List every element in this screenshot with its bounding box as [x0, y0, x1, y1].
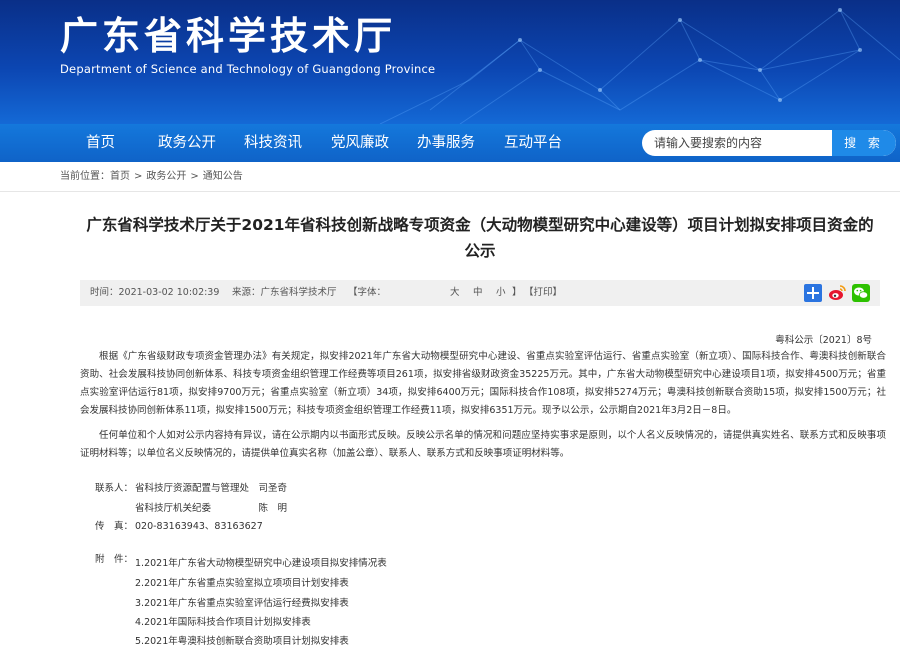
- attachment-link-4[interactable]: 4.2021年国际科技合作项目计划拟安排表: [135, 614, 311, 628]
- wechat-icon[interactable]: [852, 284, 870, 302]
- breadcrumb-separator: >: [134, 171, 143, 182]
- attachment-link-2[interactable]: 2.2021年广东省重点实验室拟立项项目计划安排表: [135, 575, 349, 589]
- site-title: 广东省科学技术厅: [60, 14, 397, 58]
- breadcrumb-prefix: 当前位置：: [60, 171, 110, 182]
- nav-item-services[interactable]: 办事服务: [417, 124, 475, 162]
- plus-share-icon[interactable]: [804, 284, 822, 302]
- site-banner: 广东省科学技术厅 Department of Science and Techn…: [0, 0, 900, 124]
- fax-label: 传 真：: [95, 521, 134, 532]
- breadcrumb: 当前位置：首页 > 政务公开 > 通知公告: [0, 162, 900, 192]
- font-size-small[interactable]: 小: [496, 280, 506, 306]
- nav-item-government-affairs[interactable]: 政务公开: [158, 124, 216, 162]
- article-paragraph-2: 任何单位和个人如对公示内容持有异议，请在公示期内以书面形式反映。反映公示名单的情…: [80, 430, 886, 459]
- publish-time: 时间：2021-03-02 10:02:39: [90, 287, 220, 298]
- breadcrumb-separator: >: [190, 171, 199, 182]
- article-title: 广东省科学技术厅关于2021年省科技创新战略专项资金（大动物模型研究中心建设等）…: [86, 216, 874, 260]
- font-size-label-end: 】: [512, 287, 522, 298]
- contact-label: 联系人：: [95, 483, 134, 494]
- contact-line-1: 省科技厅资源配置与管理处 司圣奇: [135, 483, 288, 494]
- attachment-link-1[interactable]: 1.2021年广东省大动物模型研究中心建设项目拟安排情况表: [135, 555, 387, 569]
- search-input[interactable]: [642, 130, 834, 156]
- font-size-medium[interactable]: 中: [473, 280, 483, 306]
- contact-line-2: 省科技厅机关纪委 陈 明: [135, 503, 288, 514]
- attachment-link-5[interactable]: 5.2021年粤澳科技创新联合资助项目计划拟安排表: [135, 633, 349, 647]
- weibo-icon[interactable]: [828, 284, 846, 302]
- site-subtitle: Department of Science and Technology of …: [60, 62, 436, 76]
- article-paragraph-1: 根据《广东省级财政专项资金管理办法》有关规定，拟安排2021年广东省大动物模型研…: [80, 351, 886, 416]
- print-link[interactable]: 【打印】: [524, 280, 562, 306]
- search-box: 搜 索: [642, 130, 896, 156]
- nav-item-party-integrity[interactable]: 党风廉政: [331, 124, 389, 162]
- nav-item-home[interactable]: 首页: [86, 124, 115, 162]
- attachment-link-3[interactable]: 3.2021年广东省重点实验室评估运行经费拟安排表: [135, 595, 349, 609]
- article-source: 来源：广东省科学技术厅: [232, 287, 337, 298]
- nav-item-sci-tech-news[interactable]: 科技资讯: [244, 124, 302, 162]
- attachments-label: 附 件：: [95, 554, 134, 565]
- article-meta-bar: 时间：2021-03-02 10:02:39 来源：广东省科学技术厅 【字体： …: [80, 280, 880, 306]
- breadcrumb-item-home[interactable]: 首页: [110, 171, 130, 182]
- breadcrumb-item-notices[interactable]: 通知公告: [203, 171, 243, 182]
- nav-item-interaction[interactable]: 互动平台: [504, 124, 562, 162]
- document-number: 粤科公示〔2021〕8号: [775, 335, 872, 346]
- search-button[interactable]: 搜 索: [832, 130, 896, 156]
- fax-number: 020-83163943、83163627: [135, 521, 263, 532]
- font-size-label: 【字体：: [348, 287, 387, 298]
- breadcrumb-item-government-affairs[interactable]: 政务公开: [146, 171, 186, 182]
- font-size-large[interactable]: 大: [450, 280, 460, 306]
